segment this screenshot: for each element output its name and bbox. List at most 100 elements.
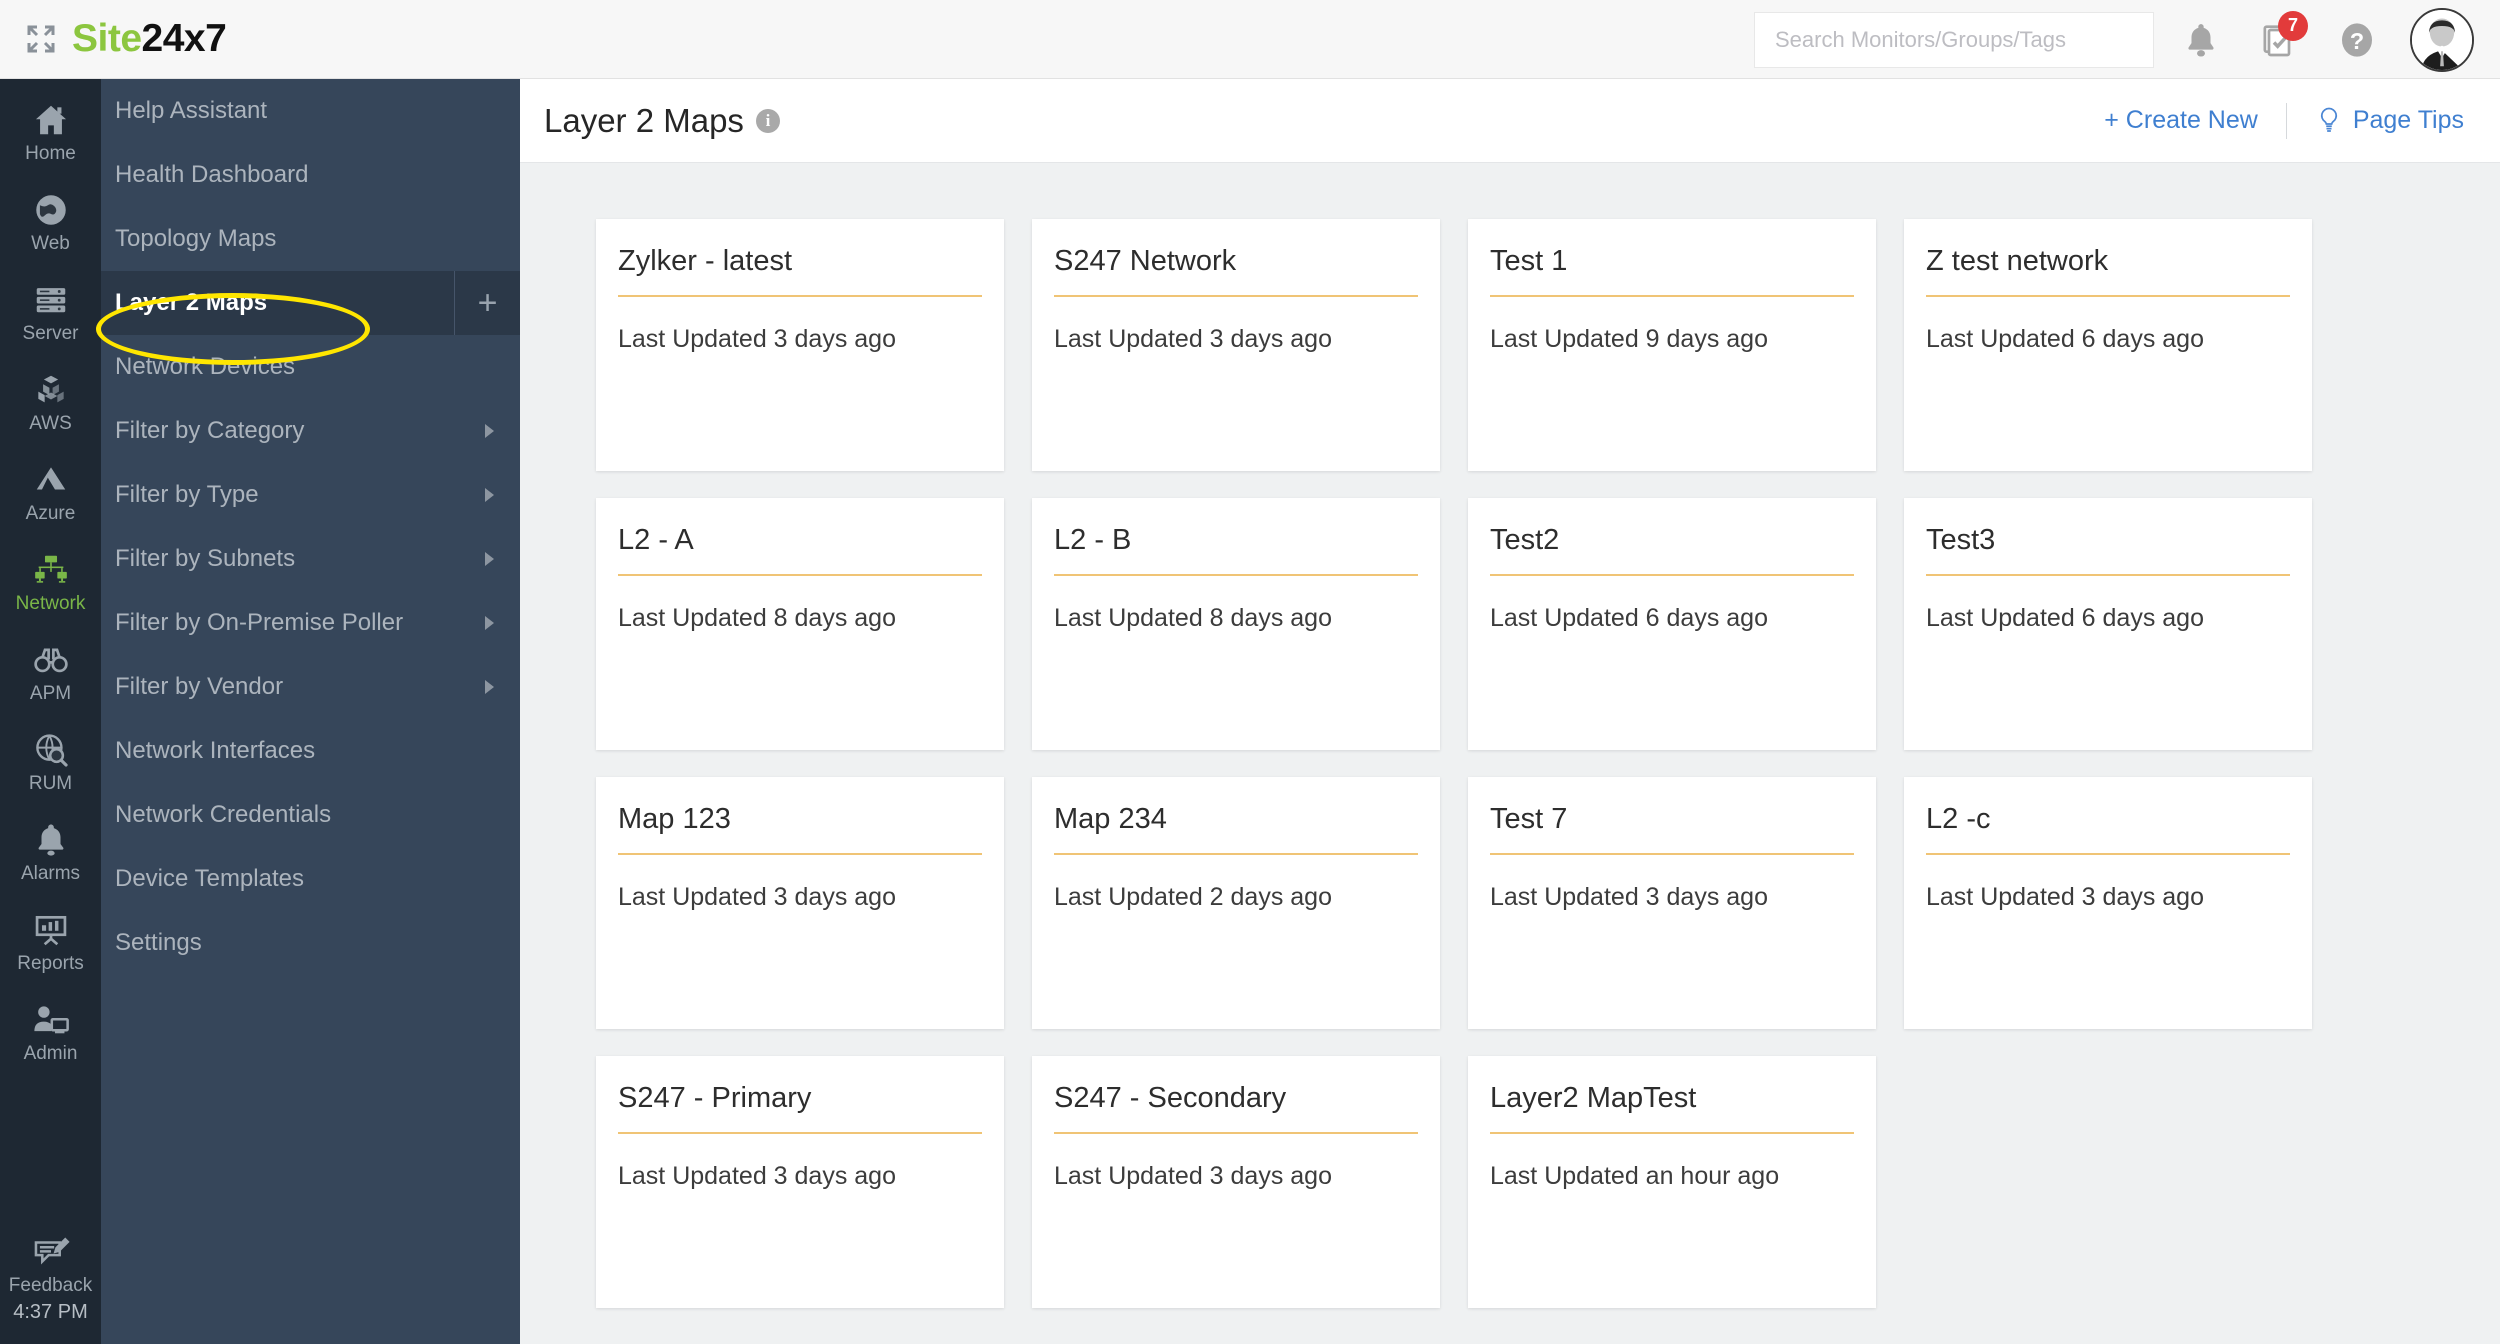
map-card-divider <box>618 1132 982 1135</box>
map-card-divider <box>1054 853 1418 856</box>
map-card-divider <box>618 853 982 856</box>
map-card[interactable]: L2 - B Last Updated 8 days ago <box>1032 498 1440 750</box>
rail-label-apm: APM <box>29 683 72 704</box>
rail-item-feedback[interactable]: Feedback <box>0 1211 101 1301</box>
page-tips-button[interactable]: Page Tips <box>2315 106 2464 136</box>
chevron-right-icon <box>485 488 494 502</box>
checklist-icon[interactable]: 7 <box>2248 9 2310 71</box>
map-card-title: L2 - B <box>1054 524 1132 556</box>
chevron-right-icon <box>485 424 494 438</box>
sidebar-label: Network Interfaces <box>115 737 316 764</box>
aws-icon <box>37 375 64 403</box>
map-card-updated: Last Updated an hour ago <box>1490 1162 1780 1191</box>
rail-label-aws: AWS <box>29 413 72 434</box>
globe-icon <box>35 195 66 225</box>
map-card-divider <box>1490 295 1854 298</box>
bell-icon[interactable] <box>2170 9 2232 71</box>
map-card[interactable]: Test 7 Last Updated 3 days ago <box>1468 777 1876 1029</box>
map-card[interactable]: Map 234 Last Updated 2 days ago <box>1032 777 1440 1029</box>
top-bar: Site24x7 7 ? <box>0 0 2500 79</box>
sidebar-label: Network Credentials <box>115 801 332 828</box>
sidebar-label: Help Assistant <box>115 97 268 124</box>
sidebar-item-network-devices[interactable]: Network Devices <box>101 335 520 399</box>
page-header-actions: + Create New Page Tips <box>2104 102 2464 139</box>
map-card-title: Map 123 <box>618 803 731 835</box>
sidebar-item-settings[interactable]: Settings <box>101 911 520 975</box>
rail-item-web[interactable]: Web <box>0 169 101 259</box>
sidebar-item-layer-2-maps[interactable]: Layer 2 Maps + <box>101 271 520 335</box>
rail-label-admin: Admin <box>23 1043 78 1064</box>
map-card[interactable]: L2 -c Last Updated 3 days ago <box>1904 777 2312 1029</box>
map-card-title: Test2 <box>1490 524 1560 556</box>
info-icon[interactable]: i <box>755 108 780 133</box>
avatar[interactable] <box>2410 7 2474 72</box>
sidebar-item-filter-by-category[interactable]: Filter by Category <box>101 399 520 463</box>
create-new-button[interactable]: + Create New <box>2104 106 2258 135</box>
expand-icon[interactable] <box>24 22 58 56</box>
sidebar-item-help-assistant[interactable]: Help Assistant <box>101 79 520 143</box>
app-logo[interactable]: Site24x7 <box>72 17 227 61</box>
map-card-title: Z test network <box>1926 245 2109 277</box>
sidebar-item-network-interfaces[interactable]: Network Interfaces <box>101 719 520 783</box>
map-card-title: Test 7 <box>1490 803 1568 835</box>
rail-label-web: Web <box>31 233 70 254</box>
server-icon <box>36 288 65 313</box>
admin-icon <box>33 1006 69 1034</box>
map-card-updated: Last Updated 3 days ago <box>1926 883 2204 912</box>
rail-item-aws[interactable]: AWS <box>0 349 101 439</box>
map-card[interactable]: S247 Network Last Updated 3 days ago <box>1032 219 1440 471</box>
map-card[interactable]: Layer2 MapTest Last Updated an hour ago <box>1468 1056 1876 1308</box>
sidebar-item-device-templates[interactable]: Device Templates <box>101 847 520 911</box>
sidebar-item-filter-by-type[interactable]: Filter by Type <box>101 463 520 527</box>
map-card-updated: Last Updated 6 days ago <box>1490 604 1768 633</box>
rail-item-server[interactable]: Server <box>0 259 101 349</box>
map-card-divider <box>1926 853 2290 856</box>
sidebar-item-topology-maps[interactable]: Topology Maps <box>101 207 520 271</box>
map-card-updated: Last Updated 3 days ago <box>1054 325 1332 354</box>
map-card[interactable]: Z test network Last Updated 6 days ago <box>1904 219 2312 471</box>
svg-text:?: ? <box>2350 28 2364 54</box>
map-card-divider <box>618 574 982 577</box>
secondary-nav: Help Assistant Health Dashboard Topology… <box>101 79 520 1344</box>
help-icon[interactable]: ? <box>2326 9 2388 71</box>
map-card-updated: Last Updated 8 days ago <box>1054 604 1332 633</box>
search-input[interactable] <box>1775 26 2133 53</box>
rail-item-reports[interactable]: Reports <box>0 889 101 979</box>
sidebar-label: Filter by Type <box>115 481 259 508</box>
sidebar-item-filter-by-subnets[interactable]: Filter by Subnets <box>101 527 520 591</box>
sidebar-item-filter-by-vendor[interactable]: Filter by Vendor <box>101 655 520 719</box>
map-card-updated: Last Updated 3 days ago <box>618 325 896 354</box>
sidebar-label: Layer 2 Maps <box>115 289 268 316</box>
map-card[interactable]: S247 - Secondary Last Updated 3 days ago <box>1032 1056 1440 1308</box>
map-card[interactable]: Test3 Last Updated 6 days ago <box>1904 498 2312 750</box>
create-new-label: + Create New <box>2104 106 2258 134</box>
rail-item-rum[interactable]: RUM <box>0 709 101 799</box>
sidebar-item-health-dashboard[interactable]: Health Dashboard <box>101 143 520 207</box>
sidebar-item-filter-by-on-premise-poller[interactable]: Filter by On-Premise Poller <box>101 591 520 655</box>
map-card-divider <box>1054 1132 1418 1135</box>
rail-item-home[interactable]: Home <box>0 79 101 169</box>
rail-label-rum: RUM <box>28 773 73 794</box>
map-card[interactable]: L2 - A Last Updated 8 days ago <box>596 498 1004 750</box>
map-card[interactable]: S247 - Primary Last Updated 3 days ago <box>596 1056 1004 1308</box>
map-card[interactable]: Zylker - latest Last Updated 3 days ago <box>596 219 1004 471</box>
logo-24x7: 24x7 <box>141 17 227 60</box>
add-layer2-map-button[interactable]: + <box>454 271 520 335</box>
rail-item-azure[interactable]: Azure <box>0 439 101 529</box>
top-bar-actions: 7 ? <box>1754 0 2500 79</box>
rail-item-alarms[interactable]: Alarms <box>0 799 101 889</box>
sidebar-label: Settings <box>115 929 202 956</box>
sidebar-item-network-credentials[interactable]: Network Credentials <box>101 783 520 847</box>
map-card-updated: Last Updated 3 days ago <box>618 1162 896 1191</box>
network-icon <box>34 555 67 583</box>
sidebar-label: Filter by On-Premise Poller <box>115 609 404 636</box>
map-card[interactable]: Test2 Last Updated 6 days ago <box>1468 498 1876 750</box>
rail-item-network[interactable]: Network <box>0 529 101 619</box>
map-card[interactable]: Map 123 Last Updated 3 days ago <box>596 777 1004 1029</box>
rail-label-home: Home <box>25 143 76 164</box>
search-input-wrapper[interactable] <box>1754 11 2154 68</box>
map-card[interactable]: Test 1 Last Updated 9 days ago <box>1468 219 1876 471</box>
rail-item-apm[interactable]: APM <box>0 619 101 709</box>
rail-item-admin[interactable]: Admin <box>0 979 101 1069</box>
rail-clock: 4:37 PM <box>13 1301 88 1323</box>
